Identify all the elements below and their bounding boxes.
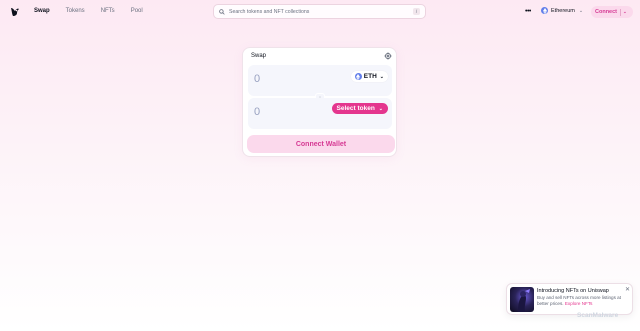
nav-link-tokens[interactable]: Tokens: [66, 8, 85, 14]
chevron-down-icon: ⌄: [378, 105, 383, 112]
explore-nfts-link[interactable]: Explore NFTs: [565, 301, 593, 306]
chevron-down-icon: ⌄: [623, 9, 627, 14]
nav-link-pool[interactable]: Pool: [131, 8, 143, 14]
input-token-panel[interactable]: 0 ETH ⌄: [248, 65, 392, 96]
search-bar[interactable]: /: [213, 4, 426, 19]
connect-label: Connect: [595, 9, 617, 15]
nft-announcement-toast[interactable]: Introducing NFTs on Uniswap Buy and sell…: [506, 283, 633, 315]
uniswap-logo-icon[interactable]: [9, 6, 21, 18]
search-icon: [219, 8, 225, 15]
toast-title: Introducing NFTs on Uniswap: [537, 288, 609, 294]
output-token-panel[interactable]: 0 Select token ⌄: [248, 98, 392, 129]
connect-wallet-button[interactable]: Connect Wallet: [247, 135, 395, 153]
top-nav: Swap Tokens NFTs Pool / ••• Ethereum ⌄ C…: [0, 0, 640, 24]
network-name: Ethereum: [551, 7, 575, 14]
nav-links: Swap Tokens NFTs Pool: [34, 8, 159, 14]
settings-gear-icon[interactable]: [384, 52, 392, 60]
search-input[interactable]: [229, 8, 409, 15]
swap-title: Swap: [251, 53, 267, 59]
chevron-down-icon: ⌄: [379, 73, 384, 80]
toast-body: Buy and sell NFTs across more listings a…: [537, 295, 629, 307]
nav-link-swap[interactable]: Swap: [34, 8, 50, 14]
output-amount[interactable]: 0: [254, 106, 260, 118]
eth-token-icon: [354, 73, 362, 80]
close-icon[interactable]: ✕: [625, 286, 630, 293]
divider: [620, 8, 621, 16]
input-amount[interactable]: 0: [254, 73, 260, 85]
swap-card: Swap 0 ETH ⌄ ↓ 0 Select token ⌄ Connect …: [242, 47, 397, 157]
input-token-selector[interactable]: ETH ⌄: [350, 71, 388, 82]
more-menu-button[interactable]: •••: [525, 8, 531, 15]
ethereum-icon: [541, 7, 548, 14]
input-token-symbol: ETH: [363, 73, 377, 80]
search-shortcut-key: /: [413, 8, 420, 15]
nft-preview-image: [510, 287, 534, 312]
select-token-button[interactable]: Select token ⌄: [331, 103, 388, 114]
connect-button[interactable]: Connect ⌄: [591, 6, 633, 18]
select-token-label: Select token: [336, 105, 375, 112]
nav-link-nfts[interactable]: NFTs: [101, 8, 115, 14]
network-selector[interactable]: Ethereum ⌄: [541, 7, 583, 14]
watermark: ScanMalware: [577, 312, 619, 319]
chevron-down-icon: ⌄: [578, 7, 584, 14]
